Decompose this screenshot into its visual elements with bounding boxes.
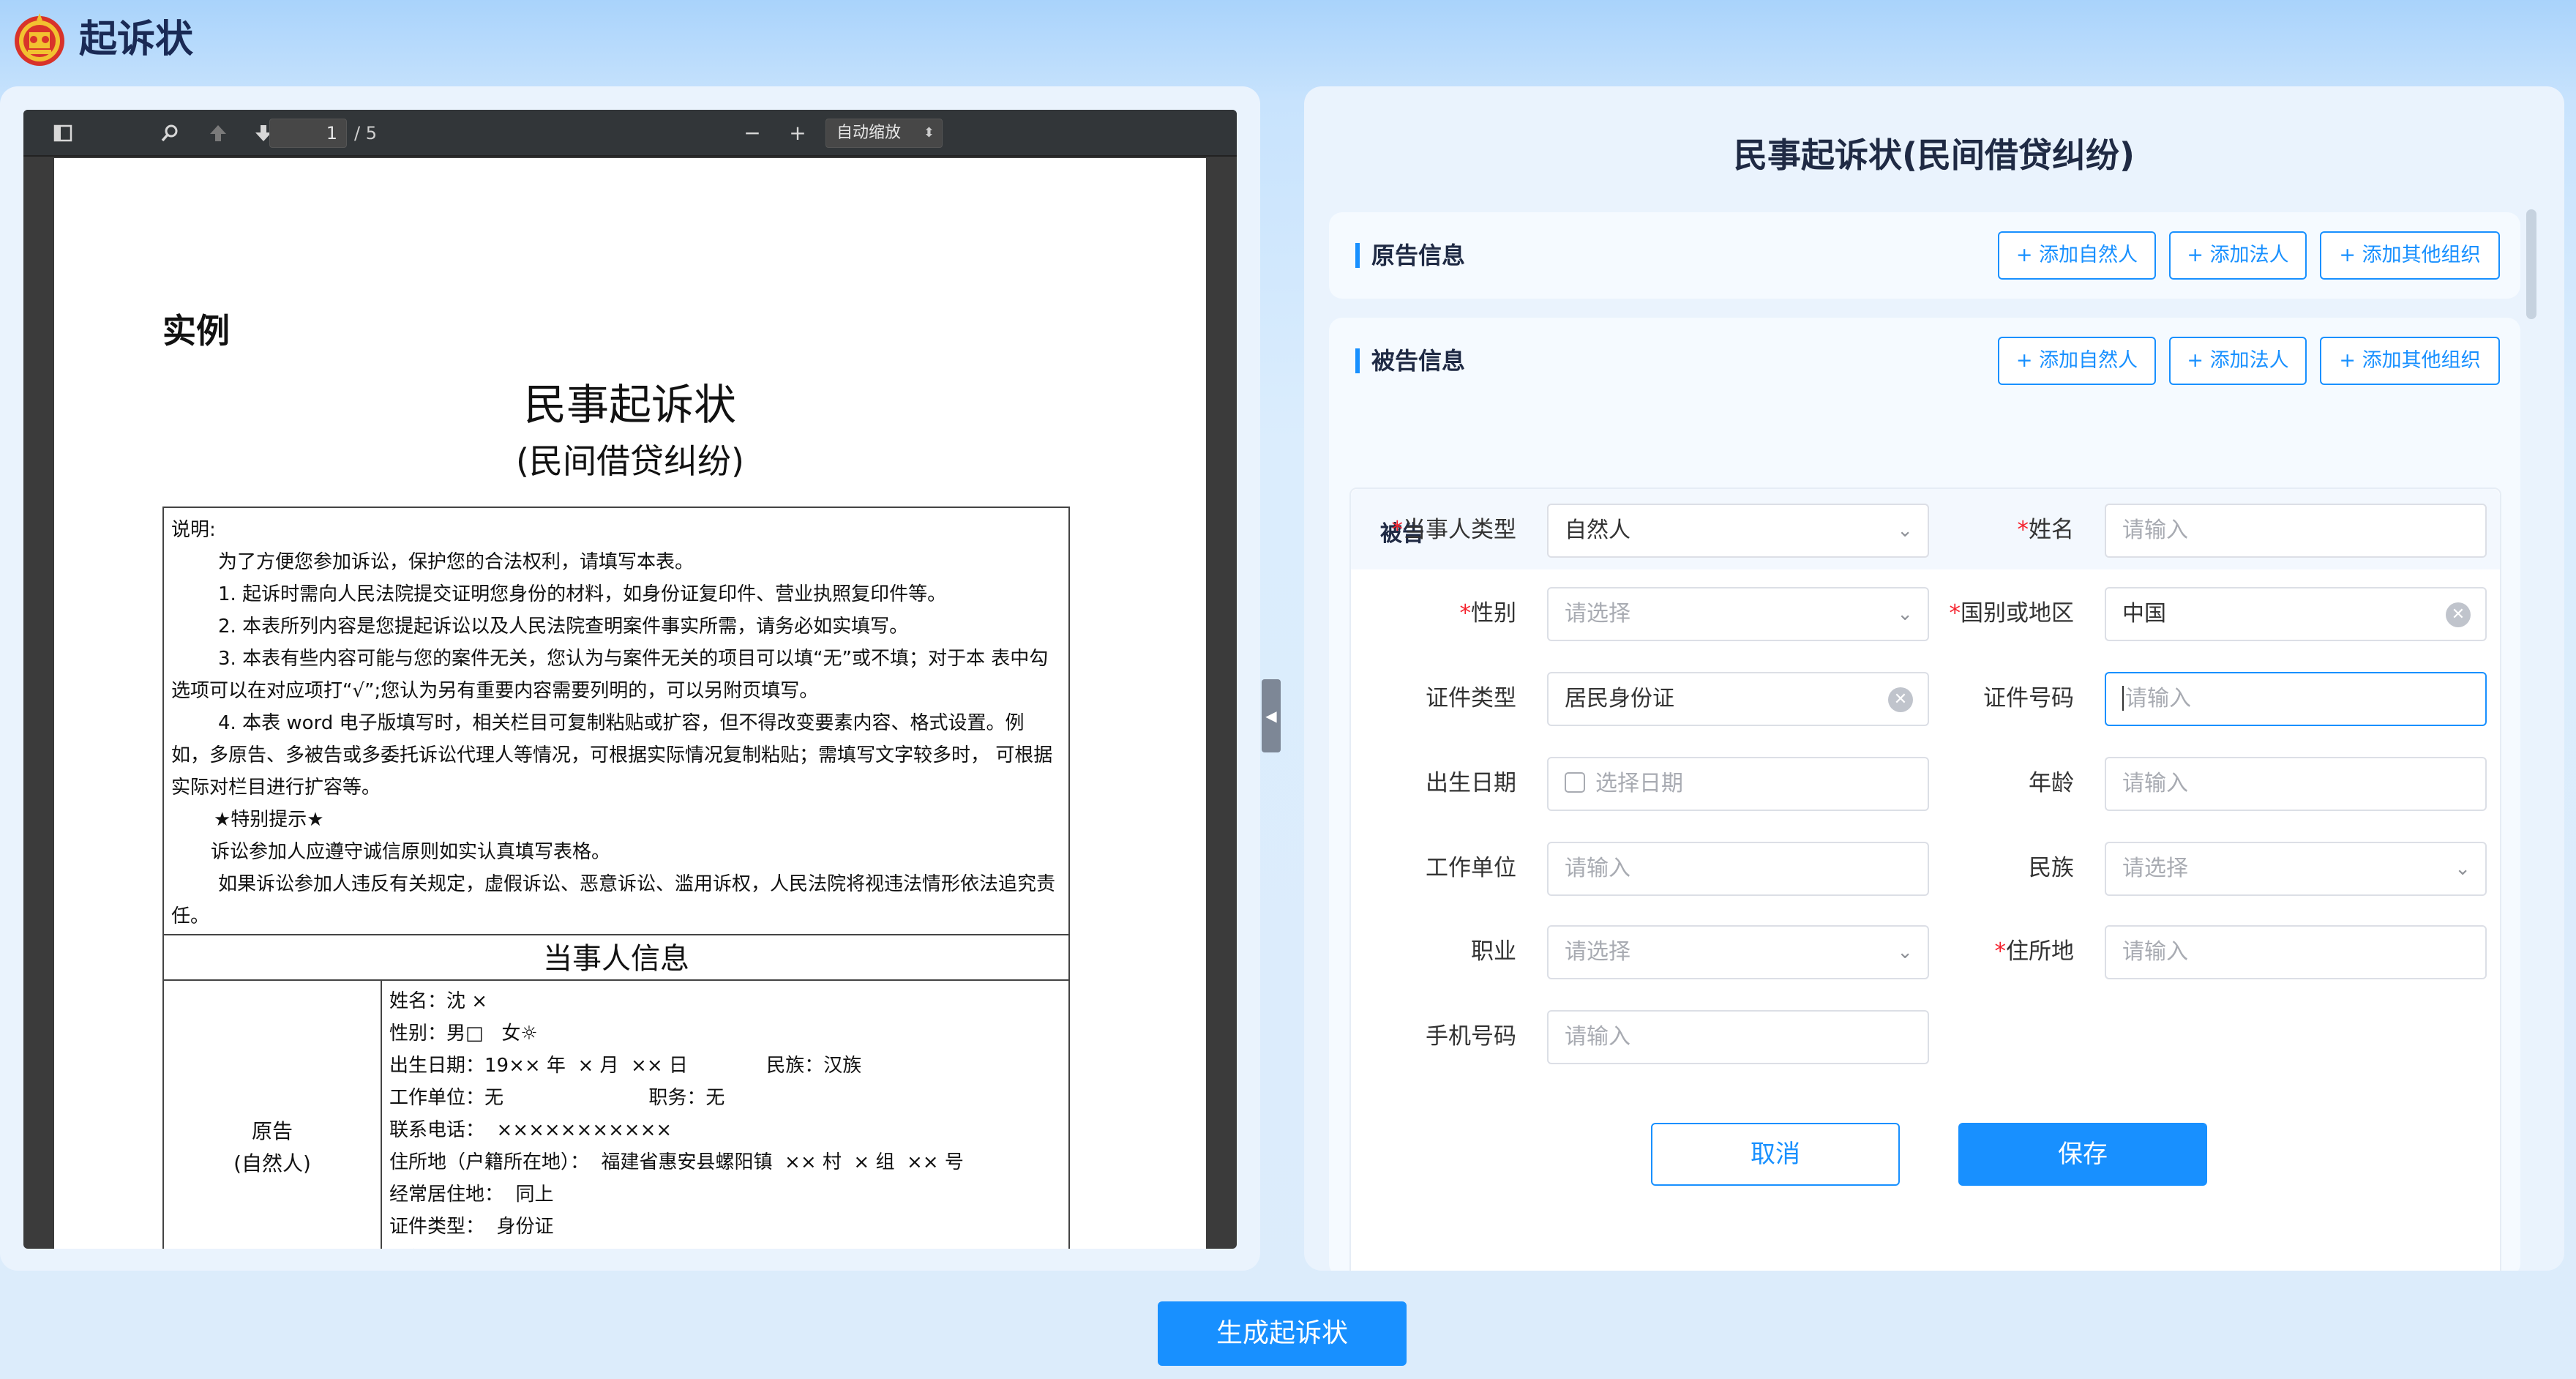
pdf-viewer: 1 / 5 − + 自动缩放 ⬍ 实例 民事起诉状 (民间借贷纠纷) 说明: 为… — [23, 110, 1237, 1249]
doc-note: 说明: — [171, 519, 216, 541]
doc-note: 4. 本表 word 电子版填写时，相关栏目可复制粘贴或扩容，但不得改变要素内容… — [171, 712, 1053, 799]
doc-note: 1. 起诉时需向人民法院提交证明您身份的材料，如身份证复印件、营业执照复印件等。 — [218, 583, 947, 605]
gender-placeholder: 请选择 — [1565, 601, 1630, 627]
doc-party-line: 证件号码： — [389, 1243, 1063, 1249]
doc-subtitle: (民间借贷纠纷) — [516, 441, 744, 481]
court-emblem-icon — [15, 13, 64, 66]
name-input[interactable]: 请输入 — [2105, 504, 2487, 558]
select-arrows-icon: ⬍ — [923, 125, 935, 141]
phone-label: 手机号码 — [1426, 1023, 1516, 1050]
id-number-placeholder: 请输入 — [2125, 686, 2191, 711]
page-title: 起诉状 — [79, 18, 194, 61]
party-type-label: *当事人类型 — [1391, 517, 1517, 543]
residence-label: *住所地 — [1994, 938, 2075, 965]
age-label: 年龄 — [2029, 770, 2074, 796]
page-number-input[interactable]: 1 — [269, 119, 347, 148]
cancel-button[interactable]: 取消 — [1651, 1123, 1900, 1186]
party-type-value: 自然人 — [1565, 517, 1630, 543]
zoom-out-icon[interactable]: − — [738, 119, 767, 148]
gender-select[interactable]: 请选择 ⌄ — [1547, 587, 1929, 641]
text-cursor — [2122, 685, 2124, 711]
name-label: *姓名 — [2017, 517, 2075, 543]
plaintiff-section: 原告信息 + 添加自然人 + 添加法人 + 添加其他组织 — [1329, 212, 2520, 299]
doc-party-line: 经常居住地： 同上 — [389, 1184, 554, 1206]
doc-party-line: 工作单位：无 职务：无 — [389, 1087, 725, 1109]
plaintiff-add-other-org-button[interactable]: + 添加其他组织 — [2320, 231, 2500, 280]
page-total: / 5 — [354, 123, 377, 143]
sidebar-toggle-icon[interactable] — [48, 119, 78, 148]
doc-party-line: 证件类型： 身份证 — [389, 1216, 554, 1238]
country-label: *国别或地区 — [1949, 600, 2075, 627]
id-number-input[interactable]: 请输入 — [2105, 672, 2487, 726]
age-input[interactable]: 请输入 — [2105, 757, 2487, 811]
doc-party-line: 性别：男□ 女☼ — [389, 1023, 538, 1044]
zoom-select[interactable]: 自动缩放 ⬍ — [825, 119, 943, 148]
doc-instructions: 说明: 为了方便您参加诉讼，保护您的合法权利，请填写本表。 1. 起诉时需向人民… — [171, 514, 1064, 933]
doc-note: 诉讼参加人应遵守诚信原则如实认真填写表格。 — [211, 841, 611, 863]
doc-note: ★特别提示★ — [214, 809, 324, 831]
birth-date-label: 出生日期 — [1426, 770, 1516, 796]
doc-divider — [164, 934, 1068, 935]
previous-page-icon[interactable] — [203, 119, 233, 148]
ethnicity-placeholder: 请选择 — [2122, 856, 2188, 881]
save-button[interactable]: 保存 — [1958, 1123, 2207, 1186]
form-panel: 民事起诉状(民间借贷纠纷) 原告信息 + 添加自然人 + 添加法人 + 添加其他… — [1304, 86, 2564, 1271]
doc-note: 如果诉讼参加人违反有关规定，虚假诉讼、恶意诉讼、滥用诉权，人民法院将视违法情形依… — [171, 873, 1056, 927]
occupation-placeholder: 请选择 — [1565, 939, 1630, 965]
doc-section-title: 当事人信息 — [543, 942, 689, 976]
occupation-select[interactable]: 请选择 ⌄ — [1547, 925, 1929, 979]
id-type-label: 证件类型 — [1426, 685, 1516, 711]
party-type-select[interactable]: 自然人 ⌄ — [1547, 504, 1929, 558]
doc-party-line: 出生日期：19×× 年 × 月 ×× 日 民族：汉族 — [389, 1055, 862, 1077]
clear-icon[interactable]: ✕ — [2446, 602, 2471, 627]
doc-note: 为了方便您参加诉讼，保护您的合法权利，请填写本表。 — [218, 551, 694, 573]
ethnicity-label: 民族 — [2029, 855, 2074, 881]
doc-party-kind: (自然人) — [233, 1151, 311, 1176]
zoom-in-icon[interactable]: + — [783, 119, 812, 148]
plaintiff-section-label: 原告信息 — [1355, 243, 1465, 268]
id-number-label: 证件号码 — [1983, 685, 2074, 711]
occupation-label: 职业 — [1471, 938, 1516, 965]
collapse-panel-handle[interactable]: ◀ — [1262, 679, 1281, 752]
doc-note: 2. 本表所列内容是您提起诉讼以及人民法院查明案件事实所需，请务必如实填写。 — [218, 616, 909, 638]
doc-party-line: 姓名：沈 × — [389, 990, 488, 1012]
doc-divider — [164, 979, 1068, 981]
birth-date-picker[interactable]: 选择日期 — [1547, 757, 1929, 811]
doc-party-info: 姓名：沈 × 性别：男□ 女☼ 出生日期：19×× 年 × 月 ×× 日 民族：… — [389, 985, 1063, 1249]
phone-input[interactable]: 请输入 — [1547, 1010, 1929, 1064]
calendar-icon — [1565, 771, 1585, 793]
doc-party-role: 原告 — [251, 1119, 293, 1143]
country-value: 中国 — [2122, 601, 2166, 627]
residence-input[interactable]: 请输入 — [2105, 925, 2487, 979]
caret-left-icon: ◀ — [1265, 707, 1277, 725]
doc-column-divider — [381, 981, 382, 1249]
form-scrollbar[interactable] — [2526, 209, 2536, 319]
generate-complaint-button[interactable]: 生成起诉状 — [1158, 1301, 1407, 1366]
plaintiff-add-natural-person-button[interactable]: + 添加自然人 — [1998, 231, 2156, 280]
doc-title: 民事起诉状 — [523, 380, 736, 430]
search-icon[interactable] — [155, 119, 184, 148]
plaintiff-add-legal-person-button[interactable]: + 添加法人 — [2169, 231, 2307, 280]
chevron-down-icon: ⌄ — [2455, 858, 2471, 880]
employer-input[interactable]: 请输入 — [1547, 842, 1929, 896]
doc-party-type: 原告 (自然人) — [164, 1115, 381, 1180]
ethnicity-select[interactable]: 请选择 ⌄ — [2105, 842, 2487, 896]
form-title: 民事起诉状(民间借贷纠纷) — [1733, 135, 2135, 175]
doc-note: 3. 本表有些内容可能与您的案件无关，您认为与案件无关的项目可以填“无”或不填；… — [171, 648, 1049, 702]
app-header: 起诉状 — [0, 0, 2576, 81]
birth-date-placeholder: 选择日期 — [1595, 771, 1683, 796]
zoom-value: 自动缩放 — [836, 124, 902, 142]
doc-party-line: 住所地（户籍所在地）： 福建省惠安县螺阳镇 ×× 村 × 组 ×× 号 — [389, 1151, 964, 1173]
doc-party-line: 联系电话： ××××××××××× — [389, 1119, 673, 1141]
pdf-toolbar: 1 / 5 − + 自动缩放 ⬍ — [23, 110, 1237, 157]
doc-form-table: 说明: 为了方便您参加诉讼，保护您的合法权利，请填写本表。 1. 起诉时需向人民… — [162, 507, 1070, 1249]
doc-example-heading: 实例 — [162, 311, 230, 351]
pdf-page: 实例 民事起诉状 (民间借贷纠纷) 说明: 为了方便您参加诉讼，保护您的合法权利… — [54, 158, 1206, 1249]
employer-label: 工作单位 — [1426, 855, 1516, 881]
gender-label: *性别 — [1459, 600, 1517, 627]
id-type-select[interactable]: 居民身份证 ✕ — [1547, 672, 1929, 726]
country-input[interactable]: 中国 ✕ — [2105, 587, 2487, 641]
id-type-value: 居民身份证 — [1565, 686, 1674, 711]
